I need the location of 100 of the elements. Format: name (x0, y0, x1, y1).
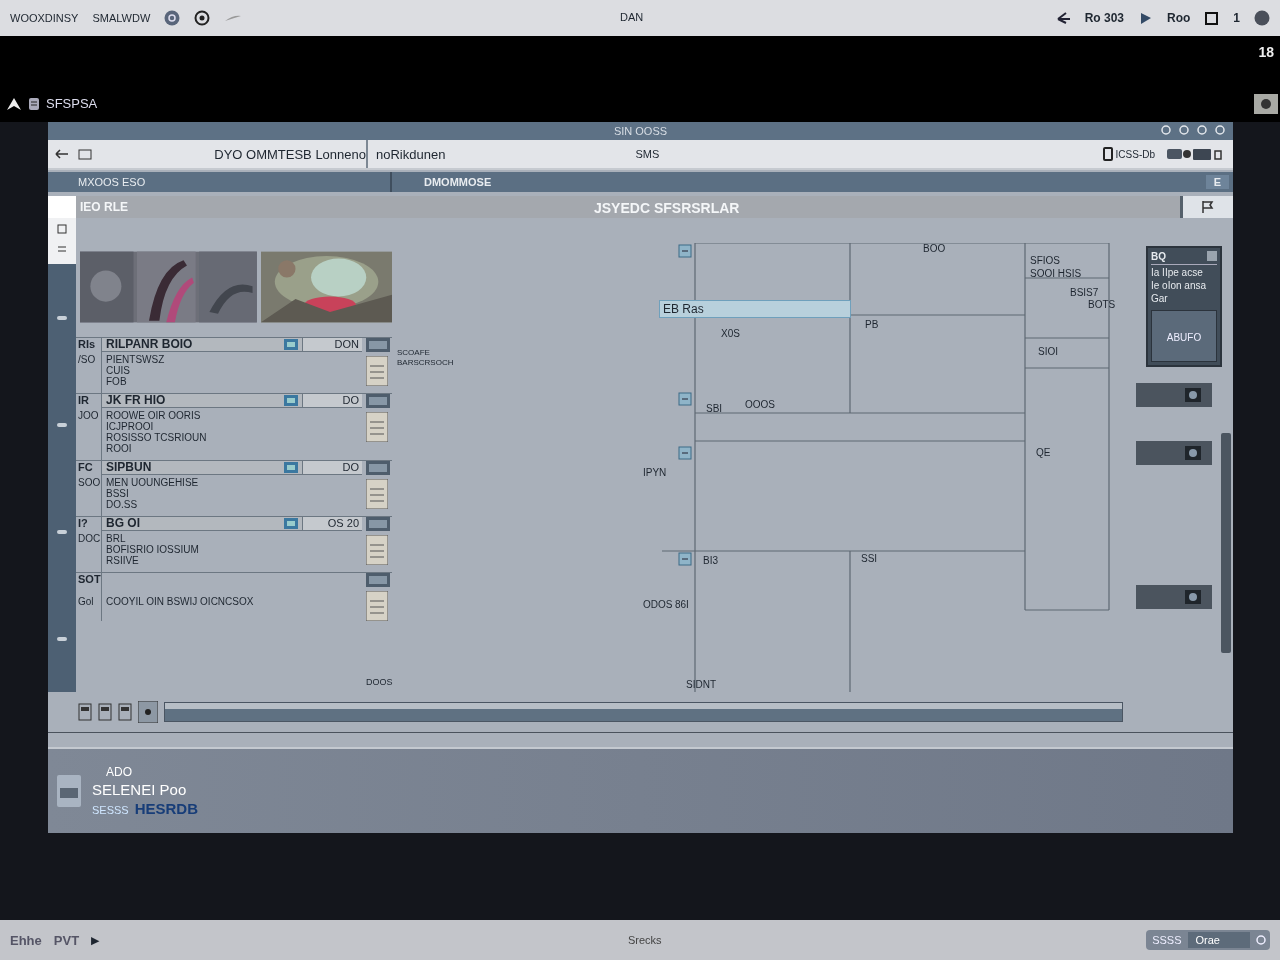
node-label[interactable]: BOO (920, 242, 949, 255)
device-widget[interactable] (1136, 383, 1212, 407)
entry-text: CUIS (106, 365, 131, 376)
list-note: DOOS (366, 677, 393, 688)
power-icon[interactable] (1256, 935, 1266, 945)
card-text: Gar (1151, 293, 1169, 304)
entry-text: PIENTSWSZ (106, 354, 166, 365)
footer-label: ADO (105, 765, 133, 779)
entry-text: RSIIVE (106, 555, 140, 566)
target-icon[interactable] (194, 10, 211, 26)
toolbar-label: DYO OMMTESB Lonneno (213, 146, 366, 162)
node-label[interactable]: SSI (858, 552, 881, 565)
monitor-icon[interactable] (366, 461, 390, 475)
speaker-icon[interactable] (1184, 445, 1202, 461)
node-label[interactable]: SBI (703, 402, 726, 415)
monitor-icon[interactable] (366, 517, 390, 531)
grid-icon[interactable] (57, 224, 67, 234)
node-label[interactable]: QE (1033, 446, 1054, 459)
entry-text: BSSI (106, 488, 130, 499)
logo-icon[interactable] (6, 96, 22, 111)
entry-text: ROSISSO TCSRIOUN (106, 432, 208, 443)
device-widget[interactable] (1136, 441, 1212, 465)
entry-text: BOFISRIO IOSSIUM (106, 544, 200, 555)
arrow-icon[interactable] (1055, 11, 1071, 25)
document-icon[interactable] (56, 774, 82, 808)
node-label[interactable]: SIOI (1035, 345, 1061, 358)
entry-code: JOO (76, 408, 102, 460)
square-icon[interactable] (1204, 11, 1220, 25)
entry-value: DO (302, 394, 362, 408)
path-label: MXOOS ESO (78, 176, 146, 188)
node-label[interactable]: BI3 (700, 554, 721, 567)
node-label[interactable]: BSIS7 (1067, 286, 1102, 299)
status-text: Roo (1167, 11, 1191, 25)
speaker-icon[interactable] (1184, 387, 1202, 403)
port-icon[interactable] (678, 552, 692, 566)
entry-text: ROOI (106, 443, 133, 454)
entry-text: COOYIL OIN BSWIJ OICNCSOX (106, 596, 255, 607)
node-label[interactable]: EB Ras (659, 300, 851, 318)
status-text: Ro 303 (1084, 11, 1124, 25)
monitor-icon[interactable] (366, 338, 390, 352)
stack-icon[interactable] (28, 96, 40, 111)
card-button[interactable]: ABUFO (1151, 310, 1217, 362)
play-icon[interactable] (1138, 11, 1153, 25)
entry-text: ICJPROOI (106, 421, 155, 432)
port-icon[interactable] (678, 446, 692, 460)
entry-value: OS 20 (302, 517, 362, 531)
menu-item[interactable]: WOOXDINSY (10, 12, 79, 24)
port-icon[interactable] (678, 244, 692, 258)
node-label[interactable]: X0S (718, 327, 743, 340)
monitor-icon[interactable] (366, 394, 390, 408)
node-label[interactable]: OOOS (742, 398, 778, 411)
record-icon[interactable] (138, 701, 158, 723)
taskbar-label: Srecks (628, 934, 662, 946)
taskbar-item[interactable]: PVT (53, 932, 80, 948)
flag-icon[interactable] (1201, 200, 1215, 214)
toolbar-label: SMS (635, 148, 660, 160)
monitor-icon[interactable] (366, 573, 390, 587)
entry-code: Gol (76, 594, 102, 621)
camera-icon[interactable] (1254, 94, 1278, 114)
footer-label: SESSS (92, 804, 129, 816)
node-label[interactable]: SOOI HSIS (1027, 267, 1085, 280)
entry-code: DOC (76, 531, 102, 572)
section-label: DMOMMOSE (423, 176, 493, 188)
tray-label: SSSS (1152, 934, 1182, 946)
toolbar-label: noRikdunen (376, 146, 446, 162)
corner-label: 18 (1258, 44, 1274, 60)
back-icon[interactable] (54, 148, 70, 160)
status-text: 1 (1233, 11, 1240, 25)
device-widget[interactable] (1136, 585, 1212, 609)
speaker-icon[interactable] (1184, 589, 1202, 605)
port-icon[interactable] (678, 392, 692, 406)
menu-item[interactable]: SMALWDW (92, 12, 151, 24)
node-label[interactable]: SIDNT (683, 678, 719, 691)
window-title: DAN (620, 11, 644, 23)
node-label[interactable]: IPYN (640, 466, 670, 479)
tray-button[interactable]: Orae (1187, 932, 1250, 948)
window-title: SIN OOSS (613, 125, 668, 137)
play-button[interactable]: ▶ (91, 933, 100, 947)
scrollbar[interactable] (1221, 433, 1231, 653)
card-title: BQ (1151, 251, 1166, 262)
node-label[interactable]: BOTS (1085, 298, 1119, 311)
diagram-note: BARSCRSOCH (397, 358, 454, 367)
node-label[interactable]: SFIOS (1027, 254, 1063, 267)
entry-text: FOB (106, 376, 128, 387)
footer-name: SELENEI Poo (92, 781, 188, 798)
entry-text: BRL (106, 533, 127, 544)
card-text: Ie oIon ansa (1151, 280, 1208, 291)
entry-text: ROOWE OIR OORIS (106, 410, 202, 421)
app-label: SFSPSA (46, 96, 98, 111)
entry-text: DO.SS (106, 499, 139, 510)
timeline-track[interactable] (164, 702, 1123, 722)
entry-text: MEN UOUNGEHISE (106, 477, 200, 488)
entry-value: DO (302, 461, 362, 475)
taskbar-item[interactable]: Ehhe (10, 932, 42, 948)
header-label: IEO RLE (80, 200, 128, 214)
phone-icon[interactable] (1102, 147, 1113, 161)
entry-code: SOO (76, 475, 102, 516)
list-icon[interactable] (57, 244, 67, 254)
header-title: JSYEDC SFSRSRLAR (594, 200, 740, 216)
node-label[interactable]: PB (862, 318, 882, 331)
